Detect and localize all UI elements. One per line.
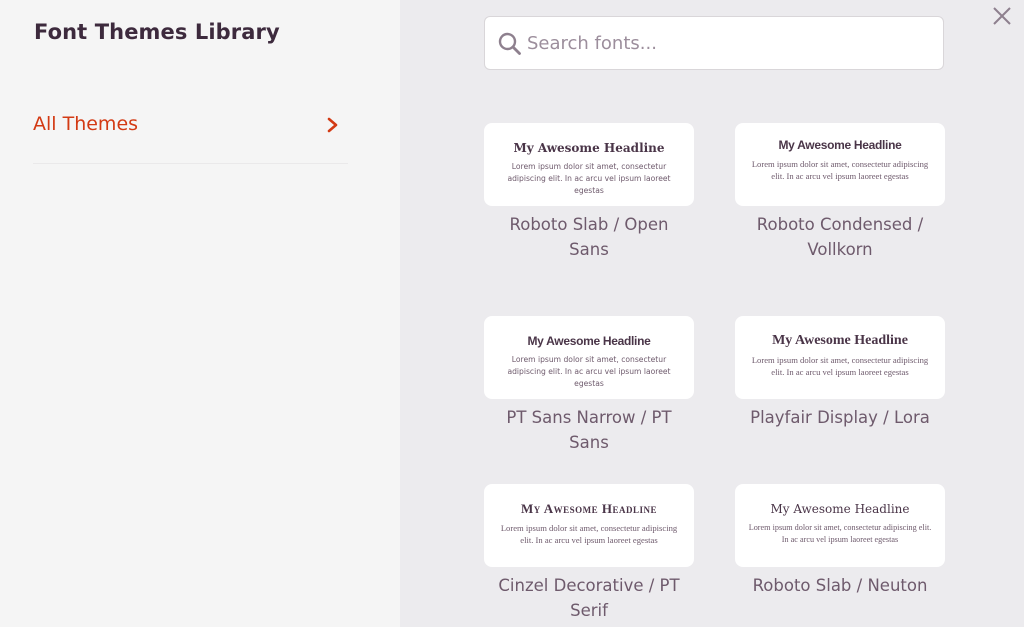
- main-panel: My Awesome Headline Lorem ipsum dolor si…: [400, 0, 1024, 627]
- theme-card-cinzel-decorative-pt-serif[interactable]: My Awesome Headline Lorem ipsum dolor si…: [484, 484, 694, 623]
- preview-body: Lorem ipsum dolor sit amet, consectetur …: [748, 523, 932, 544]
- sidebar-item-label: All Themes: [33, 113, 139, 135]
- theme-label: PT Sans Narrow / PT Sans: [506, 408, 672, 452]
- theme-preview: My Awesome Headline Lorem ipsum dolor si…: [484, 316, 694, 399]
- theme-preview: My Awesome Headline Lorem ipsum dolor si…: [484, 123, 694, 206]
- chevron-right-icon: [327, 117, 338, 133]
- preview-body: Lorem ipsum dolor sit amet, consectetur …: [751, 159, 929, 181]
- close-icon[interactable]: [990, 4, 1014, 28]
- theme-label: Roboto Condensed / Vollkorn: [756, 215, 924, 259]
- preview-headline: My Awesome Headline: [770, 502, 910, 516]
- search-input[interactable]: [527, 17, 927, 69]
- preview-headline: My Awesome Headline: [778, 138, 902, 152]
- preview-body: Lorem ipsum dolor sit amet, consectetur …: [507, 162, 671, 195]
- theme-label: Cinzel Decorative / PT Serif: [498, 576, 680, 620]
- search-box[interactable]: [484, 16, 944, 70]
- preview-headline: My Awesome Headline: [513, 141, 665, 155]
- sidebar-title: Font Themes Library: [34, 20, 280, 44]
- preview-body: Lorem ipsum dolor sit amet, consectetur …: [507, 355, 671, 388]
- sidebar: Font Themes Library All Themes: [0, 0, 400, 627]
- preview-headline: My Awesome Headline: [772, 333, 908, 348]
- preview-body: Lorem ipsum dolor sit amet, consectetur …: [500, 523, 678, 545]
- sidebar-item-all-themes[interactable]: All Themes: [33, 108, 348, 164]
- theme-card-pt-sans-narrow-pt-sans[interactable]: My Awesome Headline Lorem ipsum dolor si…: [484, 316, 694, 455]
- theme-preview: My Awesome Headline Lorem ipsum dolor si…: [735, 316, 945, 399]
- theme-label: Playfair Display / Lora: [750, 408, 930, 427]
- search-icon: [498, 32, 521, 55]
- theme-preview: My Awesome Headline Lorem ipsum dolor si…: [735, 123, 945, 206]
- theme-card-roboto-slab-neuton[interactable]: My Awesome Headline Lorem ipsum dolor si…: [735, 484, 945, 598]
- preview-body: Lorem ipsum dolor sit amet, consectetur …: [751, 355, 929, 377]
- theme-label: Roboto Slab / Neuton: [752, 576, 928, 595]
- theme-card-roboto-condensed-vollkorn[interactable]: My Awesome Headline Lorem ipsum dolor si…: [735, 123, 945, 262]
- theme-card-playfair-display-lora[interactable]: My Awesome Headline Lorem ipsum dolor si…: [735, 316, 945, 430]
- theme-preview: My Awesome Headline Lorem ipsum dolor si…: [735, 484, 945, 567]
- preview-headline: My Awesome Headline: [520, 501, 658, 516]
- preview-headline: My Awesome Headline: [527, 334, 651, 348]
- theme-preview: My Awesome Headline Lorem ipsum dolor si…: [484, 484, 694, 567]
- theme-label: Roboto Slab / Open Sans: [509, 215, 669, 259]
- theme-card-roboto-slab-open-sans[interactable]: My Awesome Headline Lorem ipsum dolor si…: [484, 123, 694, 262]
